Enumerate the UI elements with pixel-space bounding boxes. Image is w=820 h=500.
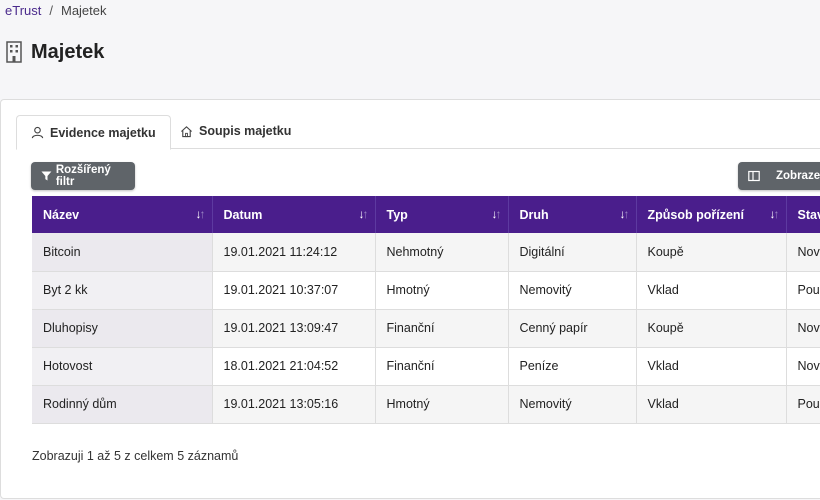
sort-icon[interactable]: ↓↑ <box>770 207 780 221</box>
table-row[interactable]: Bitcoin 19.01.2021 11:24:12 Nehmotný Dig… <box>32 233 820 272</box>
column-header-nazev[interactable]: Název ↓↑ <box>32 196 213 233</box>
sort-icon[interactable]: ↓↑ <box>196 207 206 221</box>
breadcrumb-separator: / <box>49 3 53 18</box>
advanced-filter-label: Rozšířený filtr <box>55 164 111 188</box>
cell-typ: Nehmotný <box>375 233 509 272</box>
sort-icon[interactable]: ↓↑ <box>359 207 369 221</box>
cell-druh: Peníze <box>508 347 637 386</box>
assets-table: Název ↓↑ Datum ↓↑ Typ ↓↑ Druh ↓↑ Způsob poří… <box>32 196 820 424</box>
table-row[interactable]: Hotovost 18.01.2021 21:04:52 Finanční Pe… <box>32 347 820 386</box>
display-columns-button[interactable]: Zobrazen <box>738 162 820 190</box>
cell-zpusob-porizeni: Vklad <box>636 347 787 386</box>
breadcrumb: eTrust / Majetek <box>5 3 107 18</box>
column-header-zpusob-porizeni[interactable]: Způsob pořízení ↓↑ <box>636 196 787 233</box>
cell-stav: Použ <box>786 271 820 310</box>
cell-typ: Hmotný <box>375 385 509 424</box>
cell-stav: Použ <box>786 385 820 424</box>
cell-zpusob-porizeni: Vklad <box>636 385 787 424</box>
cell-datum: 19.01.2021 11:24:12 <box>212 233 376 272</box>
advanced-filter-button[interactable]: Rozšířený filtr <box>31 162 135 190</box>
cell-zpusob-porizeni: Koupě <box>636 309 787 348</box>
breadcrumb-root-link[interactable]: eTrust <box>5 3 41 18</box>
sort-icon[interactable]: ↓↑ <box>620 207 630 221</box>
cell-datum: 19.01.2021 13:05:16 <box>212 385 376 424</box>
cell-druh: Cenný papír <box>508 309 637 348</box>
table-row[interactable]: Byt 2 kk 19.01.2021 10:37:07 Hmotný Nemo… <box>32 271 820 310</box>
column-header-datum[interactable]: Datum ↓↑ <box>212 196 376 233</box>
columns-icon <box>748 170 760 182</box>
breadcrumb-current: Majetek <box>60 3 107 18</box>
table-row[interactable]: Rodinný dům 19.01.2021 13:05:16 Hmotný N… <box>32 385 820 424</box>
cell-stav: Novy <box>786 233 820 272</box>
cell-stav: Novy <box>786 309 820 348</box>
tab-label: Evidence majetku <box>50 125 156 140</box>
cell-nazev: Bitcoin <box>32 233 213 272</box>
page-header: Majetek <box>5 40 104 64</box>
column-header-druh[interactable]: Druh ↓↑ <box>508 196 637 233</box>
cell-druh: Nemovitý <box>508 271 637 310</box>
filter-icon <box>41 171 52 181</box>
home-icon <box>181 125 192 137</box>
cell-typ: Finanční <box>375 309 509 348</box>
page-title: Majetek <box>31 40 105 63</box>
cell-datum: 19.01.2021 10:37:07 <box>212 271 376 310</box>
cell-nazev: Rodinný dům <box>32 385 213 424</box>
table-row[interactable]: Dluhopisy 19.01.2021 13:09:47 Finanční C… <box>32 309 820 348</box>
cell-druh: Nemovitý <box>508 385 637 424</box>
display-columns-label: Zobrazen <box>776 170 820 182</box>
sort-icon[interactable]: ↓↑ <box>492 207 502 221</box>
cell-stav: Novy <box>786 347 820 386</box>
tab-evidence-majetku[interactable]: Evidence majetku <box>16 115 171 150</box>
cell-datum: 19.01.2021 13:09:47 <box>212 309 376 348</box>
cell-nazev: Byt 2 kk <box>32 271 213 310</box>
user-icon <box>31 126 44 139</box>
table-header-row: Název ↓↑ Datum ↓↑ Typ ↓↑ Druh ↓↑ Způsob poří… <box>32 196 820 233</box>
cell-datum: 18.01.2021 21:04:52 <box>212 347 376 386</box>
tab-label: Soupis majetku <box>199 124 292 138</box>
tab-bar: Evidence majetku Soupis majetku <box>16 115 820 150</box>
cell-nazev: Hotovost <box>32 347 213 386</box>
cell-zpusob-porizeni: Vklad <box>636 271 787 310</box>
cell-druh: Digitální <box>508 233 637 272</box>
tab-soupis-majetku[interactable]: Soupis majetku <box>166 115 305 147</box>
building-icon <box>6 41 22 63</box>
column-header-typ[interactable]: Typ ↓↑ <box>375 196 509 233</box>
cell-typ: Finanční <box>375 347 509 386</box>
cell-zpusob-porizeni: Koupě <box>636 233 787 272</box>
content-card: Evidence majetku Soupis majetku Rozšířen… <box>0 99 820 499</box>
column-header-stav[interactable]: Stav <box>786 196 820 233</box>
cell-nazev: Dluhopisy <box>32 309 213 348</box>
cell-typ: Hmotný <box>375 271 509 310</box>
pagination-info: Zobrazuji 1 až 5 z celkem 5 záznamů <box>32 449 239 463</box>
